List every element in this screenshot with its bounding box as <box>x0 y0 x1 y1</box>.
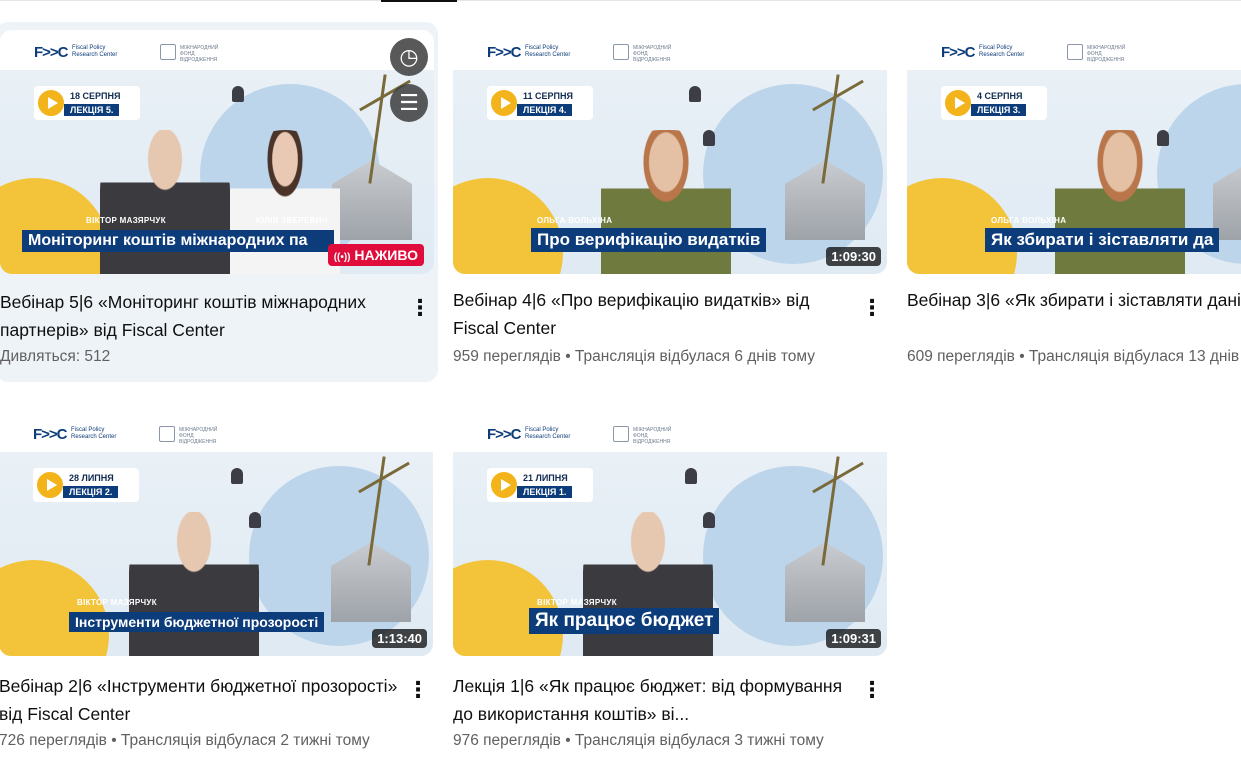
fprc-logo-text: Fiscal Policy Research Center <box>71 427 117 440</box>
decor-yellow-circle <box>0 560 109 656</box>
fund-logo-icon <box>613 426 629 442</box>
date-text: 28 ЛИПНЯ <box>69 473 114 483</box>
thumbnail-topic: Як працює бюджет <box>529 608 720 634</box>
speaker-photo <box>129 512 259 656</box>
fprc-logo-text: Fiscal Policy Research Center <box>979 45 1025 58</box>
fprc-logo-text: Fiscal Policy Research Center <box>72 45 118 58</box>
group-icon <box>703 512 715 528</box>
video-card[interactable]: F>>C Fiscal Policy Research Center МІЖНА… <box>453 404 887 764</box>
date-text: 18 СЕРПНЯ <box>70 91 121 101</box>
video-meta: 976 переглядів • Трансляція відбулася 3 … <box>453 732 824 749</box>
video-title[interactable]: Вебінар 2|6 «Інструменти бюджетної прозо… <box>0 672 399 728</box>
live-broadcast-icon: ((•)) <box>333 252 351 263</box>
top-divider <box>0 0 1241 1</box>
fund-logo-text: МІЖНАРОДНИЙ ФОНД ВІДРОДЖЕННЯ <box>179 427 218 445</box>
speaker-name: ВІКТОР МАЗЯРЧУК <box>537 598 617 607</box>
fund-logo-text: МІЖНАРОДНИЙ ФОНД ВІДРОДЖЕННЯ <box>633 45 672 63</box>
more-actions-button[interactable]: ⋮ <box>407 676 429 704</box>
fund-logo-icon <box>159 426 175 442</box>
fund-logo-icon <box>613 44 629 60</box>
more-actions-button[interactable]: ⋮ <box>861 294 883 322</box>
video-thumbnail[interactable]: F>>C Fiscal Policy Research Center МІЖНА… <box>453 412 887 656</box>
video-duration: 1:09:31 <box>826 629 881 648</box>
fund-logo-text: МІЖНАРОДНИЙ ФОНД ВІДРОДЖЕННЯ <box>180 45 219 63</box>
lecture-label: ЛЕКЦІЯ 4. <box>517 104 573 116</box>
video-card[interactable]: F>>C Fiscal Policy Research Center МІЖНА… <box>453 22 887 382</box>
video-card[interactable]: F>>C Fiscal Policy Research Center МІЖНА… <box>907 22 1241 382</box>
thumbnail-topic: Як збирати і зіставляти да <box>985 228 1220 252</box>
fund-logo-icon <box>1067 44 1083 60</box>
more-actions-button[interactable]: ⋮ <box>409 294 431 322</box>
active-tab-indicator <box>381 0 457 2</box>
video-duration: 1:13:40 <box>372 629 427 648</box>
fund-logo-text: МІЖНАРОДНИЙ ФОНД ВІДРОДЖЕННЯ <box>1087 45 1126 63</box>
speaker-name: ВІКТОР МАЗЯРЧУК <box>77 598 157 607</box>
speaker-name: ОЛЬГА ВОЛЬХІНА <box>537 216 613 225</box>
person-icon <box>231 468 243 484</box>
fprc-logo: F>>C <box>487 44 522 61</box>
speaker-name: ВІКТОР МАЗЯРЧУК <box>86 216 166 225</box>
fprc-logo-text: Fiscal Policy Research Center <box>525 427 571 440</box>
date-text: 11 СЕРПНЯ <box>523 91 573 101</box>
video-thumbnail[interactable]: F>>C Fiscal Policy Research Center МІЖНА… <box>453 30 887 274</box>
play-icon <box>36 88 66 118</box>
fprc-logo: F>>C <box>33 426 68 443</box>
lecture-label: ЛЕКЦІЯ 3. <box>971 104 1027 116</box>
decor-yellow-circle <box>0 178 110 274</box>
video-meta: 959 переглядів • Трансляція відбулася 6 … <box>453 348 815 365</box>
fprc-logo-text: Fiscal Policy Research Center <box>525 45 571 58</box>
fund-logo-icon <box>160 44 176 60</box>
play-icon <box>35 470 65 500</box>
person-icon <box>685 468 697 484</box>
speaker-photo <box>601 130 731 274</box>
live-badge-label: НАЖИВО <box>354 247 418 263</box>
video-meta: Дивляться: 512 <box>0 348 111 365</box>
speaker-photo <box>230 130 340 274</box>
video-meta: 609 переглядів • Трансляція відбулася 13… <box>907 348 1241 365</box>
decor-yellow-circle <box>453 178 563 274</box>
play-icon <box>489 88 519 118</box>
speaker-photo <box>1055 130 1185 274</box>
fund-logo-text: МІЖНАРОДНИЙ ФОНД ВІДРОДЖЕННЯ <box>633 427 672 445</box>
video-thumbnail[interactable]: F>>C Fiscal Policy Research Center МІЖНА… <box>0 30 434 274</box>
thumbnail-topic: Моніторинг коштів міжнародних па <box>22 230 334 252</box>
add-to-queue-icon[interactable]: ☰ <box>390 84 428 122</box>
video-duration: 1:09:30 <box>826 247 881 266</box>
more-actions-button[interactable]: ⋮ <box>861 676 883 704</box>
clock-icon[interactable]: ◷ <box>390 38 428 76</box>
video-title[interactable]: Вебінар 4|6 «Про верифікацію видатків» в… <box>453 286 853 342</box>
fprc-logo: F>>C <box>941 44 976 61</box>
video-meta: 726 переглядів • Трансляція відбулася 2 … <box>0 732 370 749</box>
fprc-logo: F>>C <box>34 44 69 61</box>
video-title[interactable]: Вебінар 3|6 «Як збирати і зіставляти дан… <box>907 286 1241 314</box>
person-icon <box>689 86 701 102</box>
video-card[interactable]: F>>C Fiscal Policy Research Center МІЖНА… <box>0 22 438 382</box>
speaker-photo <box>583 512 713 656</box>
speaker-name: ОЛЬГА ВОЛЬХІНА <box>991 216 1067 225</box>
speaker-name: ЮЛІЯ ЗВЕРЕВИЧ <box>256 216 328 225</box>
date-text: 4 СЕРПНЯ <box>977 91 1023 101</box>
thumbnail-topic: Інструменти бюджетної прозорості <box>69 612 325 632</box>
video-title[interactable]: Вебінар 5|6 «Моніторинг коштів міжнародн… <box>0 288 400 344</box>
lecture-label: ЛЕКЦІЯ 1. <box>517 486 573 498</box>
group-icon <box>249 512 261 528</box>
person-icon <box>232 86 244 102</box>
play-icon <box>489 470 519 500</box>
video-thumbnail[interactable]: F>>C Fiscal Policy Research Center МІЖНА… <box>907 30 1241 274</box>
thumbnail-topic: Про верифікацію видатків <box>531 228 767 252</box>
speaker-photo <box>100 130 230 274</box>
play-icon <box>943 88 973 118</box>
lecture-label: ЛЕКЦІЯ 2. <box>63 486 119 498</box>
video-card[interactable]: F>>C Fiscal Policy Research Center МІЖНА… <box>0 404 433 764</box>
video-thumbnail[interactable]: F>>C Fiscal Policy Research Center МІЖНА… <box>0 412 433 656</box>
date-text: 21 ЛИПНЯ <box>523 473 568 483</box>
fprc-logo: F>>C <box>487 426 522 443</box>
decor-yellow-circle <box>907 178 1017 274</box>
video-title[interactable]: Лекція 1|6 «Як працює бюджет: від формув… <box>453 672 853 728</box>
live-badge: ((•)) НАЖИВО <box>327 244 424 266</box>
lecture-label: ЛЕКЦІЯ 5. <box>64 104 120 116</box>
